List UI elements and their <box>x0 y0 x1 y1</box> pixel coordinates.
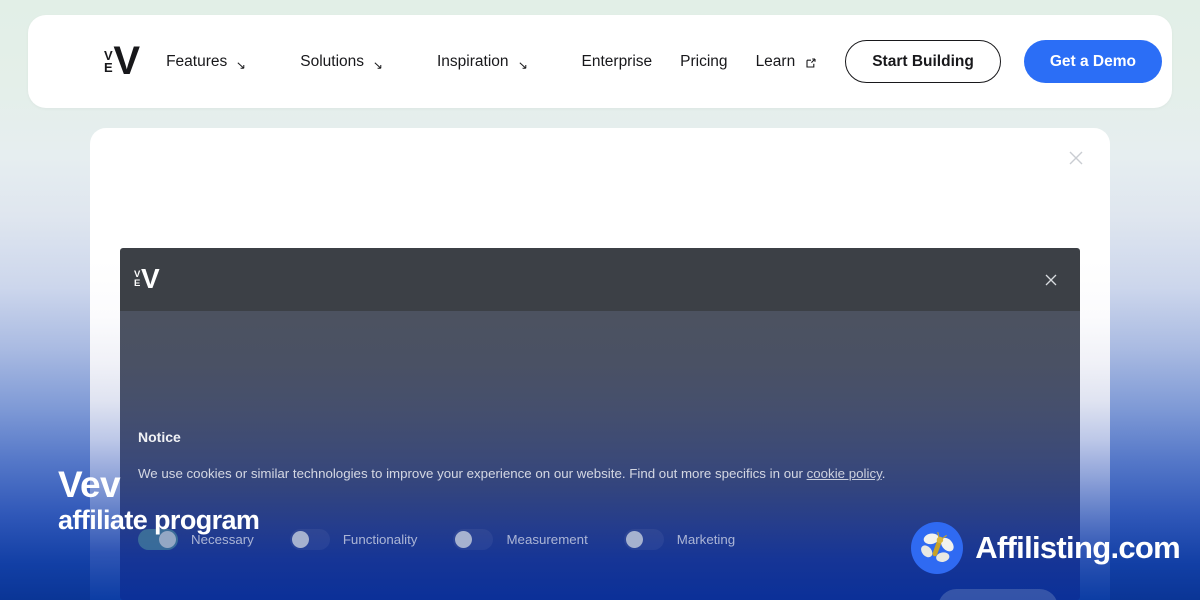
nav-item-enterprise[interactable]: Enterprise <box>582 53 653 71</box>
cookie-dialog-header: V E V <box>120 248 1080 311</box>
top-navigation-bar: V E V Features Solutions Inspiration Ent… <box>28 15 1172 108</box>
chevron-down-icon <box>518 60 529 71</box>
notice-text-before: We use cookies or similar technologies t… <box>138 466 807 481</box>
nav-item-solutions[interactable]: Solutions <box>300 53 384 71</box>
toggle-measurement[interactable] <box>453 529 494 550</box>
start-building-button[interactable]: Start Building <box>845 40 1001 83</box>
cookie-dialog-logo: V E V <box>134 263 160 295</box>
nav-links: Features Solutions Inspiration Enterpris… <box>166 53 845 71</box>
nav-item-learn-label: Learn <box>755 52 796 70</box>
reject-all-button[interactable]: Reject all <box>828 590 924 600</box>
vev-logo-letter-e: E <box>134 277 141 289</box>
nav-item-solutions-label: Solutions <box>300 52 364 70</box>
nav-item-features[interactable]: Features <box>166 53 247 71</box>
nav-item-features-label: Features <box>166 52 228 70</box>
toggle-marketing[interactable] <box>623 529 664 550</box>
hero-close-icon[interactable] <box>1064 146 1088 170</box>
vev-logo-stacked-letters: V E <box>134 270 141 289</box>
chevron-down-icon <box>373 60 384 71</box>
cookie-consent-dialog: V E V Notice We use cookies or similar t… <box>120 248 1080 600</box>
get-a-demo-button[interactable]: Get a Demo <box>1023 40 1162 83</box>
consent-group-functionality: Functionality <box>289 529 418 550</box>
toggle-functionality[interactable] <box>289 529 330 550</box>
cookie-dialog-body: Notice We use cookies or similar technol… <box>120 311 1080 600</box>
vev-logo[interactable]: V E V <box>104 38 140 83</box>
vev-logo-letter-e: E <box>104 59 113 75</box>
vev-logo-mark-v: V <box>113 38 140 83</box>
toggle-knob <box>455 531 473 548</box>
consent-group-marketing: Marketing <box>623 529 736 550</box>
consent-group-measurement: Measurement <box>453 529 588 550</box>
cookie-policy-link[interactable]: cookie policy <box>807 466 882 481</box>
nav-item-pricing[interactable]: Pricing <box>680 53 727 71</box>
notice-title: Notice <box>138 429 181 445</box>
accept-all-button[interactable]: Accept all <box>937 589 1058 600</box>
nav-item-enterprise-label: Enterprise <box>581 52 653 70</box>
toggle-marketing-label: Marketing <box>676 532 736 547</box>
consent-group-necessary: Necessary <box>138 529 254 550</box>
notice-text: We use cookies or similar technologies t… <box>138 466 885 481</box>
chevron-down-icon <box>236 60 247 71</box>
nav-cta-group: Start Building Get a Demo <box>845 40 1162 83</box>
nav-item-learn[interactable]: Learn <box>756 53 818 71</box>
notice-text-after: . <box>881 466 886 481</box>
vev-logo-mark-v: V <box>141 263 160 295</box>
toggle-necessary[interactable] <box>138 529 178 550</box>
toggle-knob <box>159 531 176 548</box>
toggle-knob <box>291 531 309 548</box>
toggle-knob <box>625 531 643 548</box>
nav-item-inspiration[interactable]: Inspiration <box>437 53 529 71</box>
vev-logo-stacked-letters: V E <box>104 49 113 75</box>
nav-item-inspiration-label: Inspiration <box>437 52 509 70</box>
external-link-icon <box>805 56 817 68</box>
cookie-dialog-actions: Reject all Accept all <box>828 589 1058 600</box>
toggle-measurement-label: Measurement <box>506 532 588 547</box>
nav-item-pricing-label: Pricing <box>680 52 728 70</box>
cookie-dialog-close-icon[interactable] <box>1042 271 1060 289</box>
toggle-necessary-label: Necessary <box>191 532 254 547</box>
consent-toggle-row: Necessary Functionality Measurement Mark… <box>138 529 735 550</box>
toggle-functionality-label: Functionality <box>342 532 418 547</box>
